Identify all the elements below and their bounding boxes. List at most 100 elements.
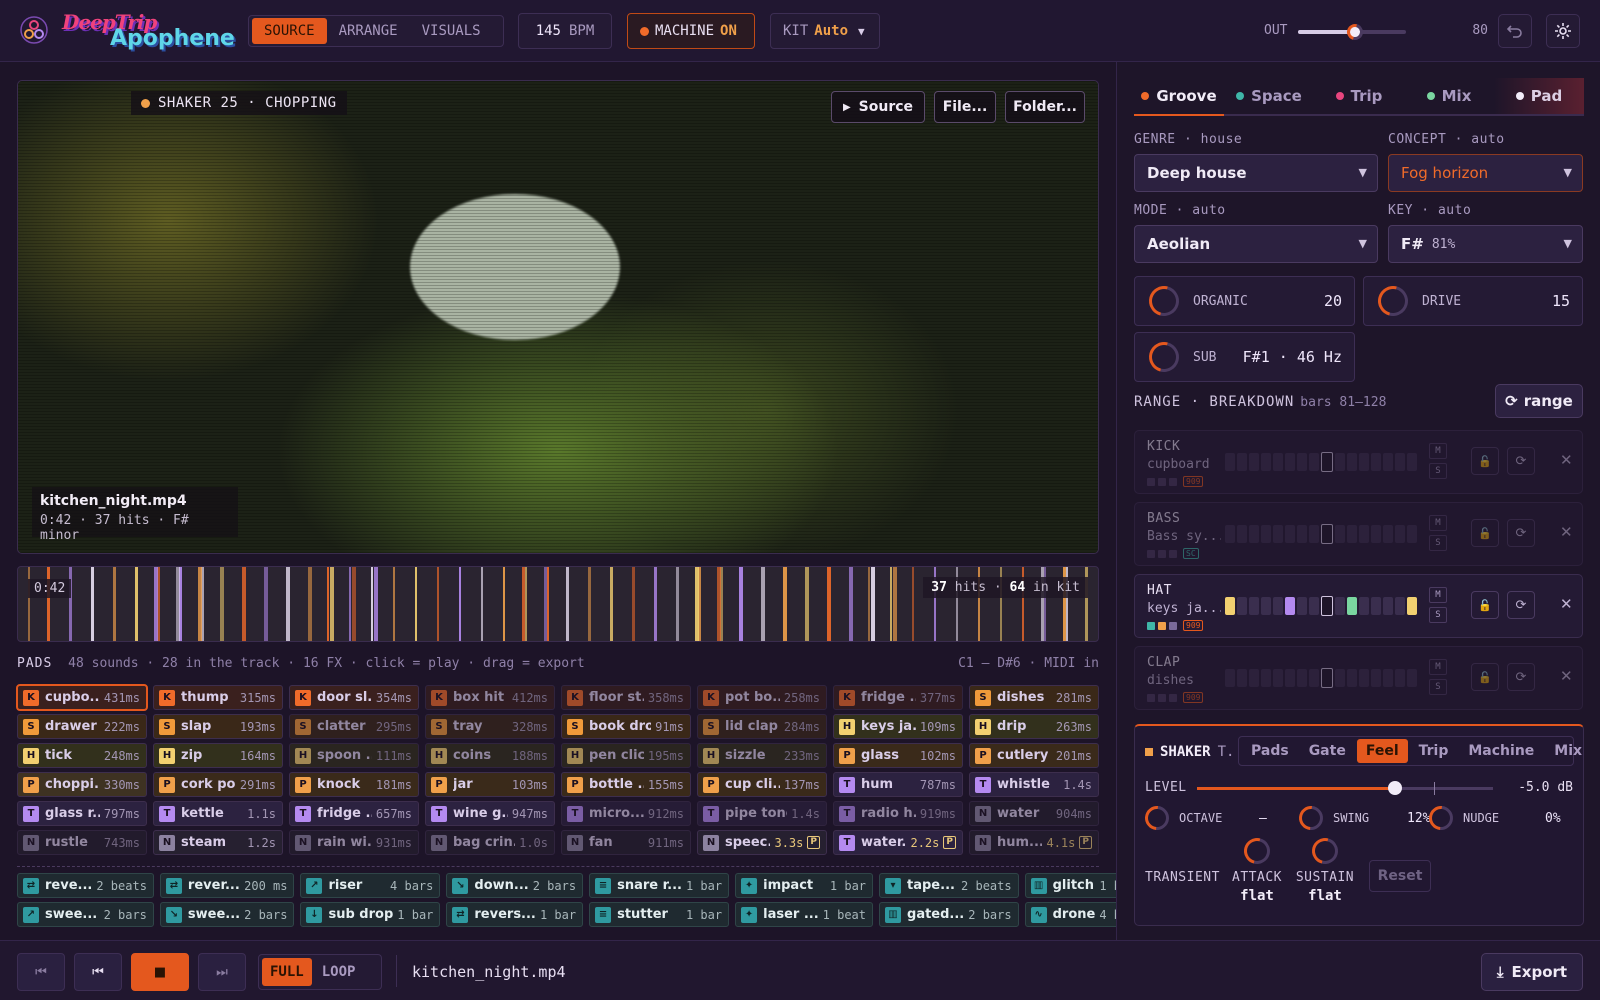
pad-button[interactable]: Sclatter 295ms: [289, 714, 419, 739]
sequencer-step[interactable]: [1383, 669, 1393, 687]
sequencer-step[interactable]: [1347, 525, 1357, 543]
pad-button[interactable]: Pglass 102ms: [833, 743, 963, 768]
pad-button[interactable]: Sbook drop 91ms: [561, 714, 691, 739]
refresh-icon[interactable]: ⟳: [1507, 447, 1535, 475]
previous-button[interactable]: ⏮: [74, 953, 122, 991]
step-sequencer[interactable]: [1225, 668, 1417, 688]
sequencer-step[interactable]: [1285, 597, 1295, 615]
pad-button[interactable]: Thum 787ms: [833, 772, 963, 797]
pad-button[interactable]: Kfloor st...358ms: [561, 685, 691, 710]
pad-button[interactable]: Pcutlery 201ms: [969, 743, 1099, 768]
solo-button[interactable]: S: [1429, 463, 1447, 479]
range-button[interactable]: ⟳ range: [1495, 384, 1583, 418]
pad-button[interactable]: Hzip 164ms: [153, 743, 283, 768]
sequencer-step[interactable]: [1249, 453, 1259, 471]
sequencer-step[interactable]: [1407, 597, 1417, 615]
close-icon[interactable]: ✕: [1560, 451, 1573, 469]
lock-icon[interactable]: 🔓: [1471, 663, 1499, 691]
pad-button[interactable]: Sdrawer 222ms: [17, 714, 147, 739]
sequencer-step[interactable]: [1309, 597, 1319, 615]
pad-button[interactable]: Nhum... 4.1s P: [969, 830, 1099, 855]
sequencer-step[interactable]: [1225, 453, 1235, 471]
drive-knob-dial[interactable]: [1372, 280, 1414, 322]
sequencer-step[interactable]: [1309, 525, 1319, 543]
fx-pad-button[interactable]: ✦ impact 1 bar: [735, 873, 874, 898]
shaker-tab-machine[interactable]: Machine: [1459, 739, 1543, 763]
source-button[interactable]: ▶ Source: [831, 91, 925, 123]
sequencer-step[interactable]: [1237, 669, 1247, 687]
bpm-field[interactable]: 145 BPM: [518, 13, 612, 49]
track-row[interactable]: HAT keys ja... 909 M S 🔓 ⟳ ✕: [1134, 574, 1583, 638]
pad-button[interactable]: Sslap 193ms: [153, 714, 283, 739]
pad-button[interactable]: Kfridge ...377ms: [833, 685, 963, 710]
track-row[interactable]: BASS Bass sy... SC M S 🔓 ⟳ ✕: [1134, 502, 1583, 566]
sequencer-step[interactable]: [1359, 525, 1369, 543]
next-button[interactable]: ⏭: [198, 953, 246, 991]
fx-pad-button[interactable]: ↘ swee... 2 bars: [159, 902, 295, 927]
sequencer-step[interactable]: [1347, 669, 1357, 687]
pad-button[interactable]: Stray 328ms: [425, 714, 555, 739]
organic-knob-dial[interactable]: [1143, 280, 1185, 322]
sequencer-step[interactable]: [1395, 597, 1405, 615]
track-row[interactable]: KICK cupboard 909 M S 🔓 ⟳ ✕: [1134, 430, 1583, 494]
fx-pad-button[interactable]: ▾ tape... 2 beats: [879, 873, 1019, 898]
fx-pad-button[interactable]: ⇄ revers... 1 bar: [446, 902, 584, 927]
sub-knob-dial[interactable]: [1143, 336, 1185, 378]
pad-button[interactable]: Htick 248ms: [17, 743, 147, 768]
fx-pad-button[interactable]: ▥ gated... 2 bars: [879, 902, 1019, 927]
sequencer-step[interactable]: [1383, 597, 1393, 615]
sequencer-step[interactable]: [1371, 525, 1381, 543]
sequencer-step[interactable]: [1359, 669, 1369, 687]
refresh-icon[interactable]: ⟳: [1507, 663, 1535, 691]
drive-knob[interactable]: DRIVE 15: [1363, 276, 1583, 326]
octave-knob[interactable]: [1140, 801, 1174, 835]
pad-button[interactable]: Kpot bo...258ms: [697, 685, 827, 710]
pad-button[interactable]: Kdoor sl...354ms: [289, 685, 419, 710]
pad-button[interactable]: Tmicro... 912ms: [561, 801, 691, 826]
pad-button[interactable]: Twater...2.2sP: [833, 830, 963, 855]
sequencer-step[interactable]: [1371, 597, 1381, 615]
settings-button[interactable]: [1546, 14, 1580, 48]
pad-button[interactable]: Tpipe tone 1.4s: [697, 801, 827, 826]
fx-pad-button[interactable]: ↗ swee... 2 bars: [17, 902, 154, 927]
sequencer-step[interactable]: [1395, 525, 1405, 543]
pad-button[interactable]: Kcupbo... 431ms: [16, 684, 148, 711]
file-button[interactable]: File...: [934, 91, 996, 123]
sequencer-step[interactable]: [1359, 597, 1369, 615]
sequencer-step[interactable]: [1225, 597, 1235, 615]
sequencer-step[interactable]: [1383, 453, 1393, 471]
pad-button[interactable]: Nspeec... 3.3sP: [697, 830, 827, 855]
tab-pad[interactable]: Pad: [1494, 78, 1584, 114]
pad-button[interactable]: Nwater 904ms: [969, 801, 1099, 826]
tab-arrange[interactable]: ARRANGE: [327, 18, 410, 44]
sequencer-step[interactable]: [1297, 669, 1307, 687]
attack-knob[interactable]: [1239, 833, 1275, 869]
sequencer-step[interactable]: [1237, 453, 1247, 471]
pad-button[interactable]: Pknock 181ms: [289, 772, 419, 797]
solo-button[interactable]: S: [1429, 679, 1447, 695]
pad-button[interactable]: Nrain wi...931ms: [289, 830, 419, 855]
machine-toggle-button[interactable]: MACHINE ON: [627, 13, 755, 49]
lock-icon[interactable]: 🔓: [1471, 447, 1499, 475]
output-slider-handle[interactable]: [1344, 21, 1367, 43]
octave-control[interactable]: OCTAVE –: [1140, 801, 1267, 835]
playhead-step[interactable]: [1321, 668, 1333, 688]
sequencer-step[interactable]: [1225, 525, 1235, 543]
sustain-control[interactable]: SUSTAIN flat: [1295, 833, 1355, 904]
sequencer-step[interactable]: [1359, 453, 1369, 471]
pad-button[interactable]: Hcoins 188ms: [425, 743, 555, 768]
undo-button[interactable]: [1498, 14, 1532, 48]
sequencer-step[interactable]: [1383, 525, 1393, 543]
sequencer-step[interactable]: [1261, 525, 1271, 543]
close-icon[interactable]: ✕: [1560, 667, 1573, 685]
sequencer-step[interactable]: [1249, 597, 1259, 615]
sequencer-step[interactable]: [1249, 525, 1259, 543]
sequencer-step[interactable]: [1249, 669, 1259, 687]
export-button[interactable]: ⤓ Export: [1481, 953, 1583, 991]
pad-button[interactable]: Hpen click195ms: [561, 743, 691, 768]
tab-groove[interactable]: Groove: [1134, 78, 1224, 116]
fx-pad-button[interactable]: ≡ stutter 1 bar: [589, 902, 730, 927]
sequencer-step[interactable]: [1285, 453, 1295, 471]
sub-knob[interactable]: SUB F#1 · 46 Hz: [1134, 332, 1355, 382]
step-sequencer[interactable]: [1225, 524, 1417, 544]
